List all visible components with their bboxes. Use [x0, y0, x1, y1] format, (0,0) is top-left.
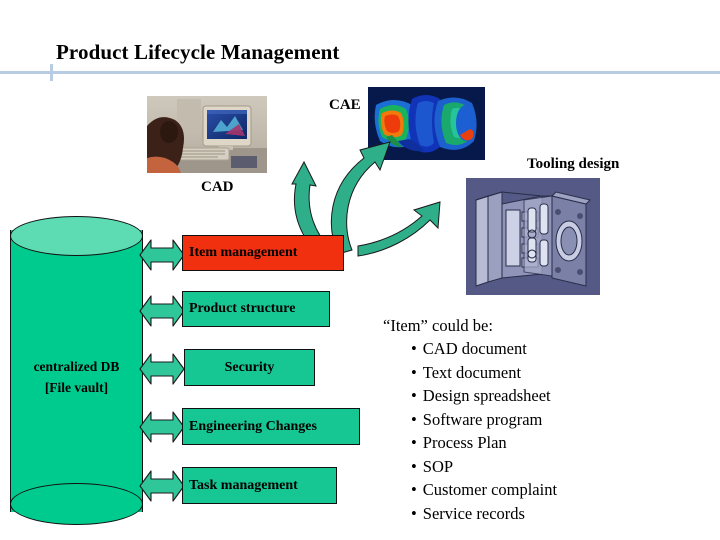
page-title: Product Lifecycle Management — [56, 40, 340, 64]
tooling-mold-cad-render — [466, 178, 600, 295]
bullet-icon: • — [411, 339, 417, 358]
list-item: • SOP — [411, 455, 683, 479]
cylinder-top — [10, 216, 143, 256]
bullet-icon: • — [411, 456, 417, 476]
list-item: • Service records — [411, 502, 683, 526]
tooling-image-graphic — [466, 178, 600, 295]
bullet-icon: • — [411, 386, 417, 405]
bullet-icon: • — [411, 362, 417, 382]
list-item: • Process Plan — [411, 431, 683, 455]
item-definition-panel: “Item” could be: • CAD document • Text doc… — [383, 314, 683, 525]
bullet-icon: • — [411, 480, 417, 499]
module-box-task-management[interactable]: Task management — [182, 467, 337, 504]
module-label-security: Security — [224, 359, 275, 375]
bullet-icon: • — [411, 409, 417, 429]
arrow-to-tooling — [357, 201, 441, 257]
item-panel-list: • CAD document • Text document • Design spr… — [383, 337, 683, 525]
bidirectional-arrow-engineering-changes — [139, 411, 185, 443]
module-box-security[interactable]: Security — [184, 349, 315, 386]
title-divider — [0, 71, 720, 74]
module-label-task-management: Task management — [189, 477, 298, 493]
title-divider-tick — [50, 64, 53, 81]
database-label-line1: centralized DB — [33, 359, 120, 374]
tooling-design-label: Tooling design — [527, 156, 620, 172]
module-label-engineering-changes: Engineering Changes — [189, 418, 317, 434]
slide-canvas: Product Lifecycle Management CAD CAE Too… — [0, 0, 720, 540]
database-label-line2: [File vault] — [44, 380, 109, 395]
list-item-label: Service records — [422, 503, 525, 523]
list-item: • Design spreadsheet — [411, 384, 683, 408]
list-item-label: CAD document — [422, 339, 527, 358]
cad-label: CAD — [201, 179, 234, 195]
list-item-label: Customer complaint — [422, 480, 558, 499]
list-item-label: Software program — [422, 409, 543, 429]
bidirectional-arrow-product-structure — [139, 295, 185, 327]
module-box-engineering-changes[interactable]: Engineering Changes — [182, 408, 360, 445]
list-item: • Customer complaint — [411, 478, 683, 502]
module-box-product-structure[interactable]: Product structure — [182, 291, 330, 327]
bidirectional-arrow-security — [139, 353, 185, 385]
item-panel-heading: “Item” could be: — [383, 316, 493, 335]
cad-workstation-photo — [147, 96, 267, 173]
module-label-item-management: Item management — [189, 245, 298, 260]
list-item: • Text document — [411, 361, 683, 385]
list-item-label: SOP — [422, 456, 454, 476]
list-item-label: Process Plan — [422, 433, 507, 452]
module-label-product-structure: Product structure — [189, 301, 296, 316]
bullet-icon: • — [411, 503, 417, 523]
cae-label: CAE — [329, 97, 361, 113]
bidirectional-arrow-task-management — [139, 470, 185, 502]
cylinder-bottom — [10, 483, 143, 525]
bidirectional-arrow-item-management — [139, 239, 185, 271]
database-label: centralized DB [File vault] — [10, 356, 143, 398]
centralized-database-cylinder: centralized DB [File vault] — [10, 216, 143, 526]
list-item: • Software program — [411, 408, 683, 432]
cad-photo-graphic — [147, 96, 267, 173]
list-item-label: Design spreadsheet — [422, 386, 551, 405]
list-item: • CAD document — [411, 337, 683, 361]
module-box-item-management[interactable]: Item management — [182, 235, 344, 271]
list-item-label: Text document — [422, 362, 522, 382]
bullet-icon: • — [411, 433, 417, 452]
